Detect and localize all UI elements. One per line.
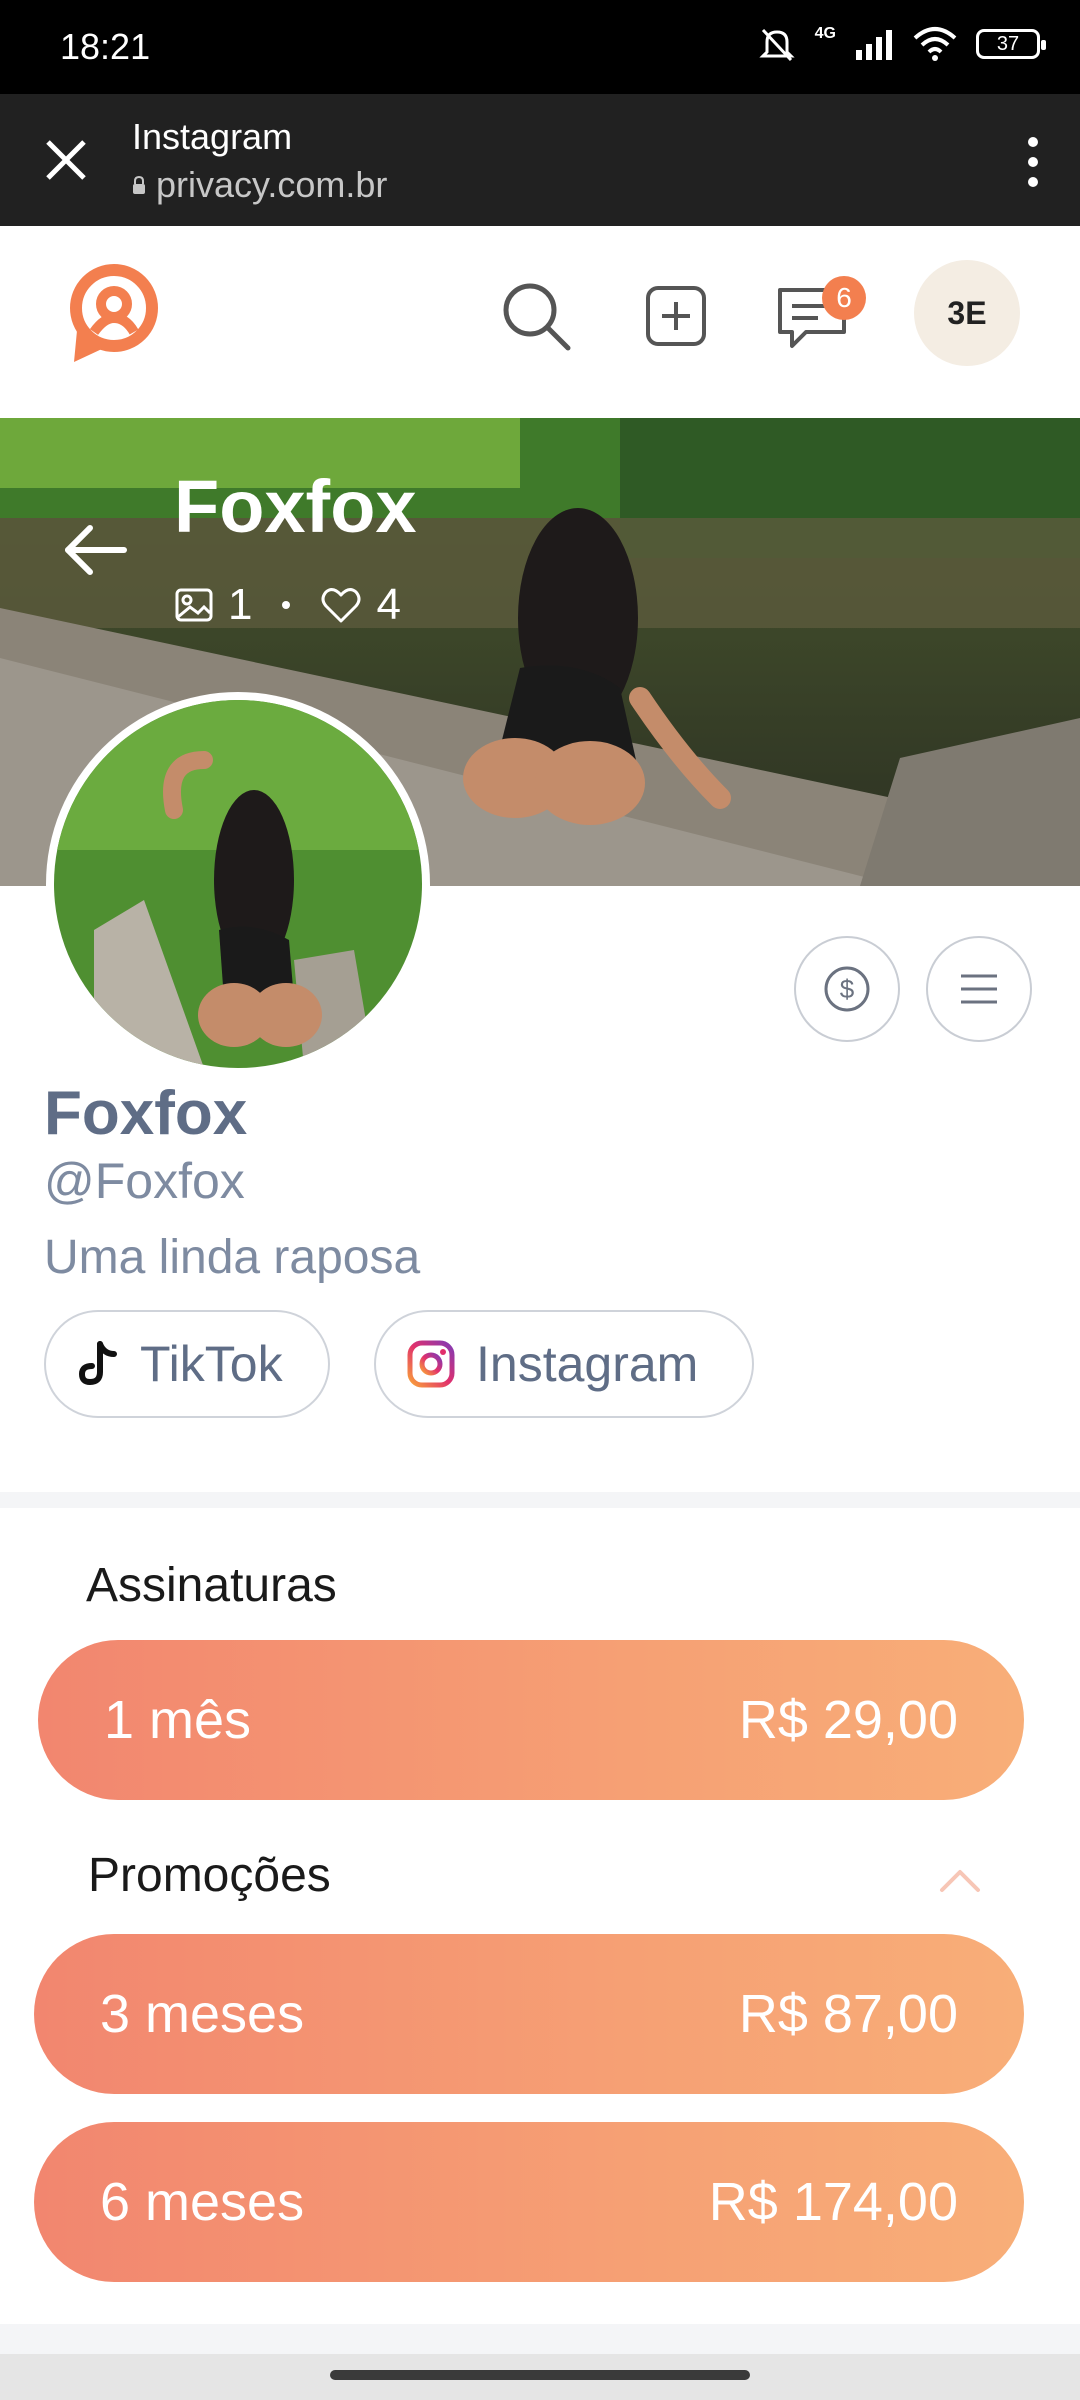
cover-title: Foxfox: [174, 465, 417, 548]
battery-level: 37: [996, 32, 1020, 55]
plan-3-months-button[interactable]: 3 meses R$ 87,00: [34, 1934, 1024, 2094]
add-post-icon[interactable]: [636, 276, 716, 356]
profile-photo: [54, 700, 422, 1068]
tiktok-link-button[interactable]: TikTok: [44, 1310, 330, 1418]
image-icon: [175, 588, 213, 622]
wifi-icon: [913, 27, 957, 61]
home-indicator[interactable]: [330, 2370, 750, 2380]
tab-url: privacy.com.br: [132, 164, 387, 206]
signal-icon: [856, 30, 892, 60]
close-icon[interactable]: [40, 134, 92, 186]
privacy-logo[interactable]: [64, 262, 160, 366]
plan-6-months-button[interactable]: 6 meses R$ 174,00: [34, 2122, 1024, 2282]
instagram-link-button[interactable]: Instagram: [374, 1310, 754, 1418]
media-count: 1: [228, 580, 253, 629]
menu-button[interactable]: [926, 936, 1032, 1042]
dollar-coin-icon: $: [824, 966, 870, 1012]
messages-badge: 6: [822, 276, 866, 320]
tip-button[interactable]: $: [794, 936, 900, 1042]
tiktok-label: TikTok: [140, 1336, 283, 1392]
plan-1-month-button[interactable]: 1 mês R$ 29,00: [38, 1640, 1024, 1800]
user-avatar[interactable]: 3E: [914, 260, 1020, 366]
status-time: 18:21: [60, 26, 151, 67]
profile-name: Foxfox: [44, 1079, 248, 1148]
more-vert-icon[interactable]: [1018, 134, 1048, 190]
promotions-title: Promoções: [88, 1849, 331, 1902]
section-divider: [0, 1492, 1080, 1508]
likes-count: 4: [376, 580, 401, 629]
app-header: 6 3E: [0, 226, 1080, 418]
battery-icon: 37: [976, 29, 1046, 59]
subscriptions-title: Assinaturas: [86, 1559, 337, 1612]
mute-icon: [759, 28, 795, 62]
plan-price: R$ 29,00: [738, 1690, 958, 1750]
tiktok-icon: [78, 1341, 117, 1386]
status-bar: 18:21 4G 37: [0, 0, 1080, 94]
back-arrow-icon[interactable]: [56, 510, 136, 590]
profile-handle: @Foxfox: [44, 1153, 245, 1209]
search-icon[interactable]: [496, 276, 576, 356]
network-label: 4G: [814, 25, 836, 42]
custom-tab-bar: Instagram privacy.com.br: [0, 94, 1080, 226]
system-nav-bar: [0, 2354, 1080, 2400]
profile-bio: Uma linda raposa: [44, 1231, 421, 1284]
plan-price: R$ 174,00: [708, 2172, 958, 2232]
heart-icon: [321, 588, 361, 623]
svg-text:$: $: [840, 974, 855, 1004]
hamburger-menu-icon: [961, 974, 997, 1004]
section-divider: [0, 2324, 1080, 2354]
cover-stats: 1 4: [174, 580, 401, 630]
lock-icon: [133, 176, 145, 194]
stat-separator: [282, 601, 291, 609]
plan-duration: 1 mês: [104, 1690, 252, 1750]
tab-url-text: privacy.com.br: [156, 164, 388, 205]
instagram-label: Instagram: [476, 1336, 699, 1392]
instagram-icon: [407, 1340, 455, 1388]
plan-duration: 6 meses: [100, 2172, 305, 2232]
tab-title: Instagram: [132, 116, 293, 157]
chevron-up-icon[interactable]: [938, 1864, 982, 1894]
plan-duration: 3 meses: [100, 1984, 305, 2044]
plan-price: R$ 87,00: [738, 1984, 958, 2044]
status-icons: 4G 37: [757, 24, 1046, 64]
profile-avatar[interactable]: [46, 692, 430, 1076]
